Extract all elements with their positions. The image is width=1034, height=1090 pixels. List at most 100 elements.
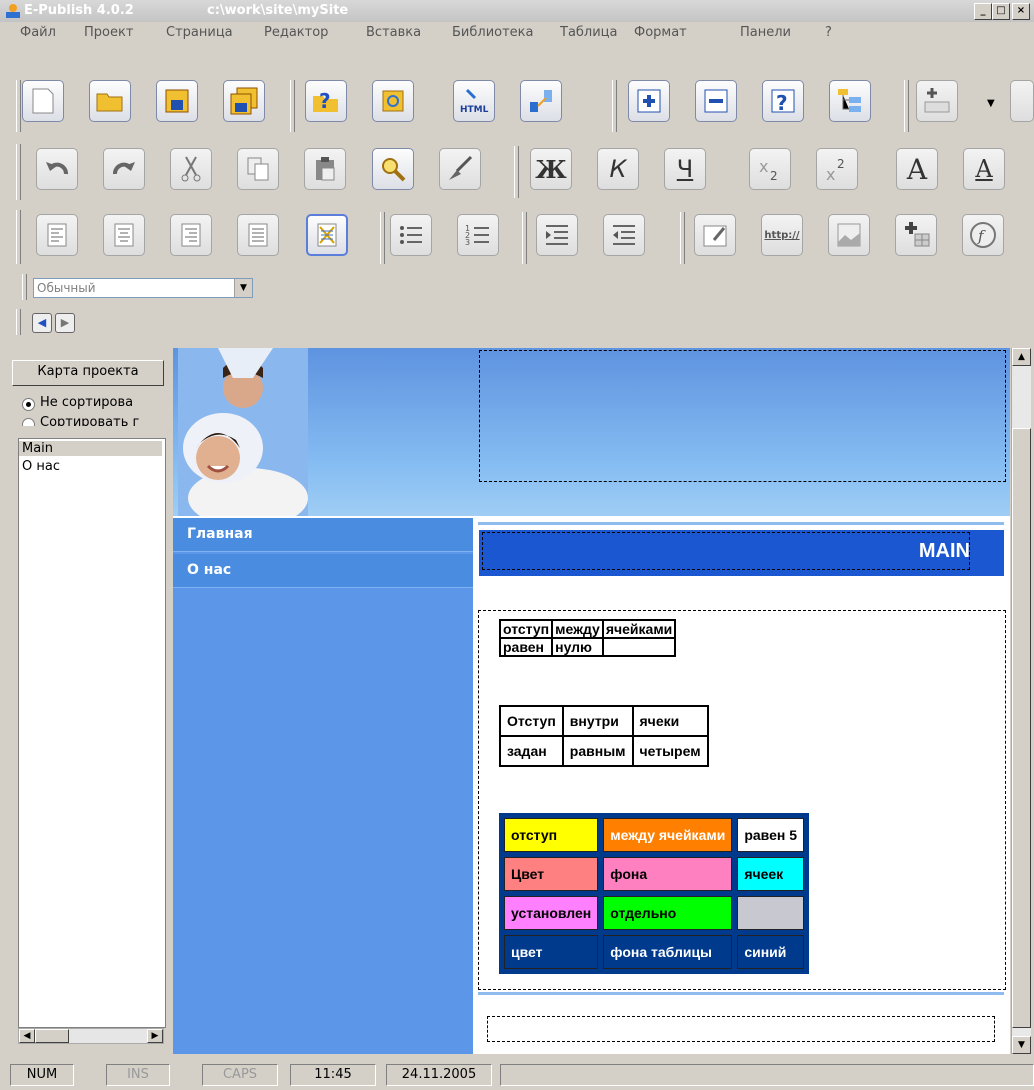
scroll-thumb[interactable]	[35, 1029, 69, 1043]
bold-button[interactable]: Ж	[530, 148, 572, 190]
table-cell[interactable]: равным	[561, 735, 634, 767]
table-colored-cells[interactable]: отступ между ячейками равен 5 Цвет фона ячеек…	[499, 813, 809, 974]
cut-button[interactable]	[170, 148, 212, 190]
no-align-button[interactable]	[306, 214, 348, 256]
overflow-button[interactable]	[1010, 80, 1034, 122]
insert-link-button[interactable]: http://	[761, 214, 803, 256]
table-cell[interactable]: фона таблицы	[603, 935, 733, 969]
table-cell[interactable]: синий	[737, 935, 804, 969]
menu-panels[interactable]: Панели	[740, 25, 791, 40]
publish-button[interactable]	[372, 80, 414, 122]
insert-image-button[interactable]	[828, 214, 870, 256]
scroll-left-icon[interactable]: ◀	[19, 1029, 35, 1043]
menu-help[interactable]: ?	[825, 25, 832, 40]
toolbar-grip-4[interactable]	[22, 274, 27, 300]
insert-table-button[interactable]	[895, 214, 937, 256]
table-cell[interactable]: четырем	[631, 735, 709, 767]
find-button[interactable]	[372, 148, 414, 190]
numbered-list-button[interactable]: 123	[457, 214, 499, 256]
italic-button[interactable]: К	[597, 148, 639, 190]
minimize-button[interactable]: _	[974, 3, 992, 20]
paste-button[interactable]	[304, 148, 346, 190]
close-button[interactable]: ×	[1012, 3, 1030, 20]
add-page-button[interactable]	[628, 80, 670, 122]
menu-library[interactable]: Библиотека	[452, 25, 534, 40]
menu-page[interactable]: Страница	[166, 25, 233, 40]
site-nav-item-home[interactable]: Главная	[173, 518, 473, 552]
export-html-button[interactable]: HTML	[453, 80, 495, 122]
sort-none-radio[interactable]	[22, 398, 35, 411]
table-cell[interactable]: фона	[603, 857, 733, 891]
new-page-button[interactable]	[22, 80, 64, 122]
project-map-button[interactable]: Карта проекта	[12, 360, 164, 386]
font-button[interactable]: A	[896, 148, 938, 190]
insert-table-row-button[interactable]	[916, 80, 958, 122]
footer-placeholder[interactable]	[487, 1016, 995, 1042]
save-all-button[interactable]	[223, 80, 265, 122]
table-zero-spacing[interactable]: отступ между ячейками равен нулю	[498, 619, 677, 657]
table-cell[interactable]: между ячейками	[603, 818, 733, 852]
page-list-item[interactable]: Main	[19, 441, 162, 456]
paragraph-style-select[interactable]: Обычный ▼	[33, 278, 253, 298]
menu-format[interactable]: Формат	[634, 25, 687, 40]
content-area[interactable]: отступ между ячейками равен нулю Отступ …	[478, 610, 1006, 990]
edit-html-button[interactable]	[694, 214, 736, 256]
back-button[interactable]: ◀	[32, 313, 52, 333]
chevron-down-icon[interactable]: ▼	[234, 279, 252, 297]
table-cell[interactable]: Отступ	[499, 705, 564, 737]
scroll-right-icon[interactable]: ▶	[147, 1029, 163, 1043]
site-structure-button[interactable]	[829, 80, 871, 122]
table-cell[interactable]: ячеек	[737, 857, 804, 891]
scroll-down-icon[interactable]: ▼	[1012, 1036, 1031, 1054]
table-cell[interactable]: задан	[499, 735, 564, 767]
table-cell[interactable]: цвет	[504, 935, 599, 969]
page-title-placeholder[interactable]	[482, 532, 970, 570]
table-cell[interactable]	[737, 896, 804, 930]
table-cell[interactable]: ячеки	[631, 705, 709, 737]
open-button[interactable]	[89, 80, 131, 122]
table-cell[interactable]: отдельно	[603, 896, 733, 930]
outdent-button[interactable]	[603, 214, 645, 256]
font-color-button[interactable]: A	[963, 148, 1005, 190]
table-padding-four[interactable]: Отступ внутри ячеки задан равным четырем	[499, 705, 709, 767]
table-cell[interactable]: Цвет	[504, 857, 599, 891]
maximize-button[interactable]: □	[992, 3, 1010, 20]
insert-function-button[interactable]: f	[962, 214, 1004, 256]
page-help-button[interactable]: ?	[762, 80, 804, 122]
superscript-button[interactable]: x2	[816, 148, 858, 190]
copy-button[interactable]	[237, 148, 279, 190]
table-cell[interactable]: ячейками	[601, 619, 677, 639]
toolbar-grip-3[interactable]	[16, 210, 21, 264]
dropdown-arrow-icon[interactable]: ▼	[987, 98, 995, 109]
table-cell[interactable]: внутри	[561, 705, 634, 737]
toolbar-grip[interactable]	[16, 80, 21, 132]
remove-page-button[interactable]	[695, 80, 737, 122]
table-cell[interactable]	[601, 637, 677, 657]
underline-button[interactable]: Ч	[664, 148, 706, 190]
canvas-scrollbar[interactable]: ▲ ▼	[1011, 348, 1031, 1054]
page-list-scrollbar[interactable]: ◀ ▶	[18, 1028, 164, 1044]
scroll-thumb[interactable]	[1012, 428, 1031, 1028]
clear-format-button[interactable]	[439, 148, 481, 190]
toolbar-grip-2[interactable]	[16, 144, 21, 200]
menu-editor[interactable]: Редактор	[264, 25, 328, 40]
forward-button[interactable]: ▶	[55, 313, 75, 333]
table-cell[interactable]: равен	[498, 637, 554, 657]
table-cell[interactable]: отступ	[504, 818, 599, 852]
site-nav-item-about[interactable]: О нас	[173, 554, 473, 588]
menu-insert[interactable]: Вставка	[366, 25, 421, 40]
banner-placeholder[interactable]	[479, 350, 1006, 482]
sort-alpha-radio[interactable]	[22, 418, 35, 426]
table-cell[interactable]: между	[551, 619, 604, 639]
wizard-button[interactable]: ?	[305, 80, 347, 122]
menu-project[interactable]: Проект	[84, 25, 133, 40]
align-center-button[interactable]	[103, 214, 145, 256]
table-cell[interactable]: установлен	[504, 896, 599, 930]
bullet-list-button[interactable]	[390, 214, 432, 256]
menu-table[interactable]: Таблица	[560, 25, 618, 40]
scroll-up-icon[interactable]: ▲	[1012, 348, 1031, 366]
table-cell[interactable]: отступ	[498, 619, 554, 639]
save-button[interactable]	[156, 80, 198, 122]
table-cell[interactable]: равен 5	[737, 818, 804, 852]
upload-button[interactable]	[520, 80, 562, 122]
